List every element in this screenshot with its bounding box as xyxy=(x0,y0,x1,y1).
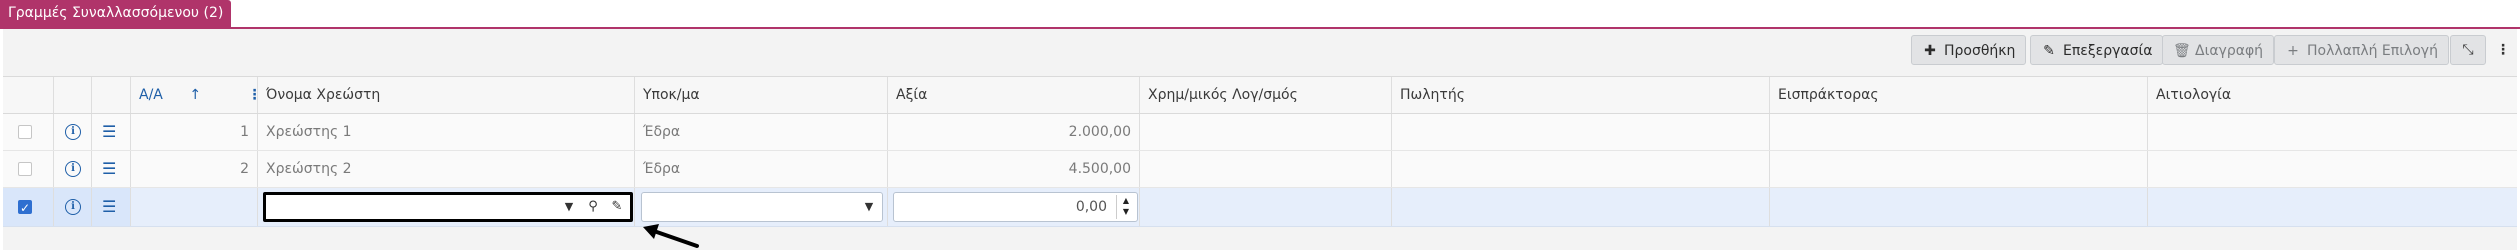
row-seller xyxy=(1392,151,1770,187)
row-collector xyxy=(1770,188,2148,226)
tab-strip: Γραμμές Συναλλασσόμενου (2) xyxy=(0,0,2520,29)
header-seller[interactable]: Πωλητής xyxy=(1392,77,1770,113)
pencil-icon: ✎ xyxy=(2043,43,2055,59)
row-branch: Έδρα xyxy=(635,114,888,150)
header-debtor-name[interactable]: Όνομα Χρεώστη xyxy=(258,77,635,113)
header-branch[interactable]: Υποκ/μα xyxy=(635,77,888,113)
row-index xyxy=(131,188,258,226)
row-financial-account xyxy=(1140,151,1392,187)
dropdown-arrow-icon[interactable]: ▼ xyxy=(860,193,878,221)
row-checkbox-checked[interactable] xyxy=(18,190,32,226)
add-button[interactable]: ✚ Προσθήκη xyxy=(1911,35,2027,65)
row-info-cell: i xyxy=(54,114,92,150)
header-index[interactable]: Α/Α ↑ ⋮ xyxy=(131,77,258,113)
row-menu-cell: ☰ xyxy=(92,151,131,187)
delete-button-label: Διαγραφή xyxy=(2195,43,2264,59)
row-value: 4.500,00 xyxy=(888,151,1140,187)
row-seller xyxy=(1392,114,1770,150)
stepper-arrows-icon[interactable]: ▲ ▼ xyxy=(1116,195,1135,219)
header-reason[interactable]: Αιτιολογία xyxy=(2148,77,2520,113)
add-button-label: Προσθήκη xyxy=(1944,43,2016,59)
row-checkbox[interactable] xyxy=(18,162,32,176)
header-index-label: Α/Α xyxy=(139,87,163,103)
row-debtor-name-cell: ▼ ⚲ ✎ xyxy=(258,188,635,226)
row-collector xyxy=(1770,151,2148,187)
sort-up-icon[interactable]: ↑ xyxy=(189,87,201,103)
value-input[interactable]: 0,00 ▲ ▼ xyxy=(893,192,1138,222)
row-financial-account xyxy=(1140,114,1392,150)
row-reason xyxy=(2148,114,2520,150)
tab-transaction-lines[interactable]: Γραμμές Συναλλασσόμενου (2) xyxy=(0,0,232,27)
info-icon[interactable]: i xyxy=(65,124,81,140)
row-reason xyxy=(2148,188,2520,226)
row-branch-cell: ▼ xyxy=(635,188,888,226)
edit-button-label: Επεξεργασία xyxy=(2063,43,2153,59)
row-branch: Έδρα xyxy=(635,151,888,187)
row-select-cell xyxy=(3,188,54,226)
header-value[interactable]: Αξία xyxy=(888,77,1140,113)
multiselect-button[interactable]: + Πολλαπλή Επιλογή xyxy=(2274,35,2449,65)
header-info-cell xyxy=(54,77,92,113)
collapse-arrows-icon: ⤡ xyxy=(2462,42,2474,58)
hamburger-menu-icon[interactable]: ☰ xyxy=(102,161,116,177)
row-financial-account xyxy=(1140,188,1392,226)
hamburger-menu-icon[interactable]: ☰ xyxy=(102,124,116,140)
row-menu-cell: ☰ xyxy=(92,188,131,226)
row-select-cell xyxy=(3,151,54,187)
table-row[interactable]: i ☰ 1 Χρεώστης 1 Έδρα 2.000,00 xyxy=(3,114,2517,151)
row-info-cell: i xyxy=(54,188,92,226)
column-options-icon[interactable]: ⋮ xyxy=(248,87,257,103)
header-collector[interactable]: Εισπράκτορας xyxy=(1770,77,2148,113)
resize-button[interactable]: ⤡ xyxy=(2450,35,2486,65)
dropdown-arrow-icon[interactable]: ▼ xyxy=(560,195,578,219)
row-checkbox[interactable] xyxy=(18,125,32,139)
row-reason xyxy=(2148,151,2520,187)
search-icon[interactable]: ⚲ xyxy=(584,195,602,219)
row-seller xyxy=(1392,188,1770,226)
row-value: 2.000,00 xyxy=(888,114,1140,150)
header-select-cell xyxy=(3,77,54,113)
row-index: 1 xyxy=(131,114,258,150)
row-select-cell xyxy=(3,114,54,150)
row-debtor-name: Χρεώστης 1 xyxy=(258,114,635,150)
lines-grid: Α/Α ↑ ⋮ Όνομα Χρεώστη Υποκ/μα Αξία Χρημ/… xyxy=(3,76,2517,227)
toolbar: ✚ Προσθήκη ✎ Επεξεργασία 🗑 Διαγραφή + Πολλαπ… xyxy=(3,29,2517,75)
row-menu-cell: ☰ xyxy=(92,114,131,150)
row-value-cell: 0,00 ▲ ▼ xyxy=(888,188,1140,226)
row-info-cell: i xyxy=(54,151,92,187)
table-row[interactable]: i ☰ 2 Χρεώστης 2 Έδρα 4.500,00 xyxy=(3,151,2517,188)
edit-button[interactable]: ✎ Επεξεργασία xyxy=(2030,35,2164,65)
header-menu-cell xyxy=(92,77,131,113)
grid-header: Α/Α ↑ ⋮ Όνομα Χρεώστη Υποκ/μα Αξία Χρημ/… xyxy=(3,77,2517,114)
lines-panel: ✚ Προσθήκη ✎ Επεξεργασία 🗑 Διαγραφή + Πολλαπ… xyxy=(3,29,2517,250)
header-financial-account[interactable]: Χρημ/μικός Λογ/σμός xyxy=(1140,77,1392,113)
row-index: 2 xyxy=(131,151,258,187)
branch-select[interactable]: ▼ xyxy=(641,192,883,222)
hamburger-menu-icon[interactable]: ☰ xyxy=(102,199,116,215)
debtor-name-input[interactable]: ▼ ⚲ ✎ xyxy=(263,192,633,222)
delete-button[interactable]: 🗑 Διαγραφή xyxy=(2162,35,2275,65)
info-icon[interactable]: i xyxy=(65,199,81,215)
pointer-arrow-icon xyxy=(643,224,699,248)
plus-icon: + xyxy=(2287,43,2299,59)
table-row-editing[interactable]: i ☰ ▼ ⚲ ✎ ▼ 0,00 ▲▼ xyxy=(3,188,2517,227)
trash-icon: 🗑 xyxy=(2173,43,2191,59)
more-options-icon[interactable]: ⋮ xyxy=(2493,35,2513,65)
value-input-text: 0,00 xyxy=(1075,199,1107,215)
multiselect-button-label: Πολλαπλή Επιλογή xyxy=(2307,43,2438,59)
pencil-icon[interactable]: ✎ xyxy=(608,195,626,219)
plus-icon: ✚ xyxy=(1924,43,1936,59)
info-icon[interactable]: i xyxy=(65,161,81,177)
row-debtor-name: Χρεώστης 2 xyxy=(258,151,635,187)
row-collector xyxy=(1770,114,2148,150)
